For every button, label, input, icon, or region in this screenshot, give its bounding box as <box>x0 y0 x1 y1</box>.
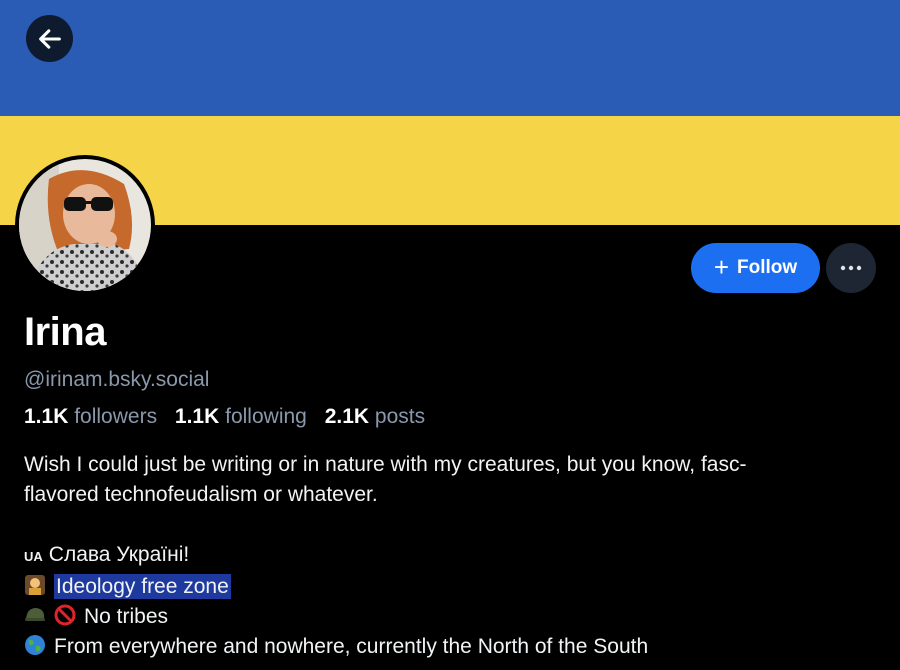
follow-button[interactable]: + Follow <box>691 243 820 293</box>
profile-handle: @irinam.bsky.social <box>24 368 210 391</box>
bio-highlighted-text: Ideology free zone <box>54 574 231 599</box>
prohibited-icon <box>54 604 76 626</box>
woman-emoji-icon <box>25 575 45 595</box>
following-count: 1.1K <box>174 405 220 428</box>
banner-blue-stripe <box>0 0 900 116</box>
plus-icon: + <box>713 251 730 282</box>
display-name: Irina <box>24 310 106 354</box>
ellipsis-icon <box>840 265 862 271</box>
bio-line: UA Слава Україні! <box>24 540 874 572</box>
more-options-button[interactable] <box>826 243 876 293</box>
following-label: following <box>225 405 307 428</box>
avatar[interactable] <box>15 155 155 295</box>
ukraine-flag-icon: UA <box>24 549 43 564</box>
back-button[interactable] <box>26 15 73 62</box>
military-helmet-icon <box>25 608 45 621</box>
avatar-image <box>19 159 151 291</box>
bio-blank-line <box>24 510 874 540</box>
bio-line: Wish I could just be writing or in natur… <box>24 453 747 476</box>
bio-text: Слава Україні! <box>48 543 190 566</box>
posts-count: 2.1K <box>324 405 370 428</box>
profile-page: + Follow Irina @irinam.bsky.social 1.1K … <box>0 0 900 670</box>
followers-label: followers <box>74 405 158 428</box>
posts-label: posts <box>374 405 426 428</box>
profile-bio: Wish I could just be writing or in natur… <box>24 450 874 662</box>
bio-text: No tribes <box>84 605 169 628</box>
globe-icon <box>25 635 45 655</box>
follow-button-label: Follow <box>737 257 798 278</box>
bio-text: From everywhere and nowhere, currently t… <box>54 635 649 658</box>
posts-stat: 2.1K posts <box>325 405 425 428</box>
followers-link[interactable]: 1.1K followers <box>24 405 157 428</box>
following-link[interactable]: 1.1K following <box>175 405 307 428</box>
arrow-left-icon <box>38 28 61 49</box>
bio-line: Ideology free zone <box>24 572 874 602</box>
followers-count: 1.1K <box>24 405 69 428</box>
bio-line: From everywhere and nowhere, currently t… <box>24 632 874 662</box>
bio-line: flavored technofeudalism or whatever. <box>24 483 378 506</box>
profile-stats: 1.1K followers 1.1K following 2.1K posts <box>24 405 437 429</box>
bio-line: No tribes <box>24 602 874 632</box>
